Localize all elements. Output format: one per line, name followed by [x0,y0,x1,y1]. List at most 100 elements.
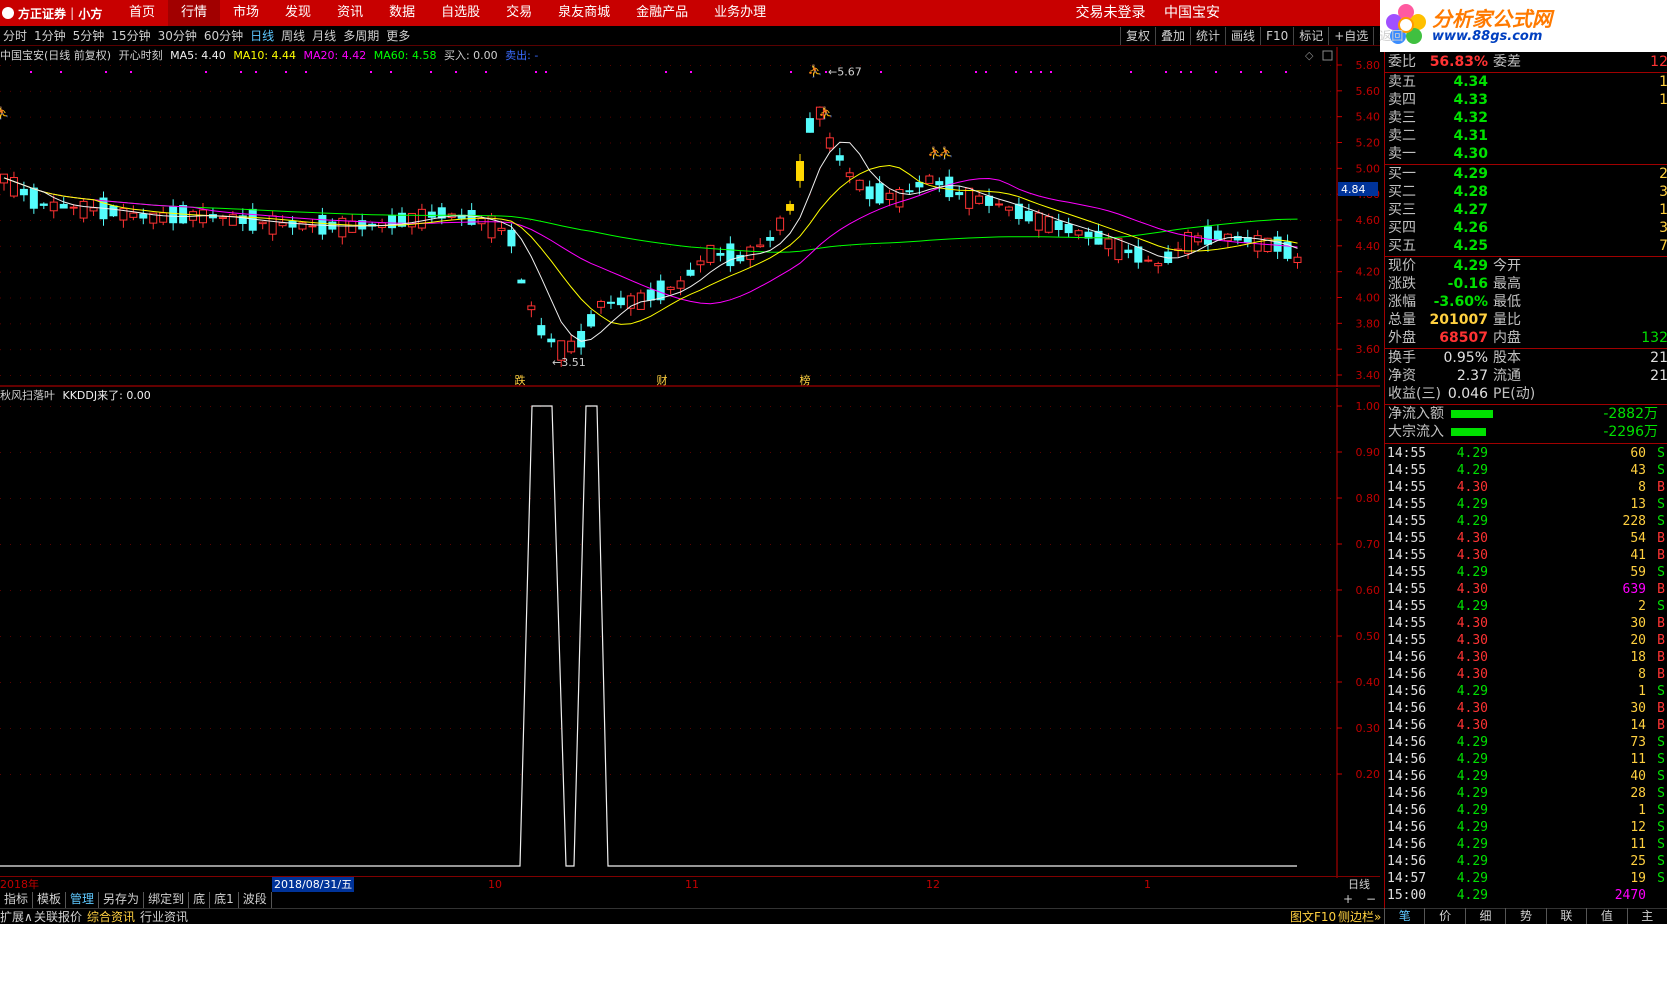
period-4[interactable]: 30分钟 [155,27,201,44]
period-5[interactable]: 60分钟 [201,27,247,44]
bottom-f10[interactable]: 图文F10 [1290,909,1336,925]
quote-tab-4[interactable]: 联 [1545,908,1586,924]
nav-item-5[interactable]: 数据 [376,0,428,26]
quote-tab-2[interactable]: 细 [1464,908,1505,924]
nav-item-4[interactable]: 资讯 [324,0,376,26]
grid-dot [260,323,261,325]
indicator-tab-5[interactable]: 底 [189,892,211,908]
period-8[interactable]: 月线 [309,27,340,44]
tool-6[interactable]: +自选 [1328,27,1373,45]
quote-tab-0[interactable]: 笔 [1384,908,1424,924]
bid-price-4[interactable]: 4.25 [1453,237,1488,255]
kline-chart[interactable]: 5.805.605.405.205.004.804.604.404.204.00… [0,47,1380,387]
tick-volume: 12 [1630,820,1646,835]
period-6[interactable]: 日线 [247,27,278,44]
ask-price-0[interactable]: 4.34 [1453,73,1488,91]
bottom-link-2[interactable]: 综合资讯 [87,909,135,925]
tool-3[interactable]: 画线 [1225,27,1260,45]
grid-dot [120,90,121,92]
grid-dot [1240,349,1241,351]
quote-tab-1[interactable]: 价 [1424,908,1464,924]
date-period-label[interactable]: 日线 [1348,877,1370,892]
nav-item-7[interactable]: 交易 [493,0,545,26]
ask-price-4[interactable]: 4.30 [1453,145,1488,163]
period-10[interactable]: 更多 [383,27,414,44]
indicator-chart[interactable]: 1.000.900.800.700.600.500.400.300.20 [0,388,1380,878]
bid-price-0[interactable]: 4.29 [1453,165,1488,183]
ask-price-2[interactable]: 4.32 [1453,109,1488,127]
grid-dot [990,142,991,144]
grid-dot [1160,636,1161,637]
period-3[interactable]: 15分钟 [108,27,154,44]
indicator-tab-6[interactable]: 底1 [210,892,239,908]
period-2[interactable]: 5分钟 [70,27,109,44]
indicator-title[interactable]: 秋风扫落叶 [0,389,55,402]
period-0[interactable]: 分时 [0,27,31,44]
event-mark-2[interactable]: 榜 [800,373,811,387]
grid-dot [100,116,101,118]
grid-dot [210,406,211,407]
nav-item-3[interactable]: 发现 [272,0,324,26]
tool-7[interactable]: 返回 [1373,27,1408,45]
tool-0[interactable]: 复权 [1120,27,1155,45]
grid-dot [930,142,931,144]
grid-dot [1180,452,1181,453]
nav-item-8[interactable]: 泉友商城 [545,0,623,26]
grid-dot [1110,220,1111,221]
quote-row: 净资 2.37 流通 21 [1385,367,1667,385]
bid-price-3[interactable]: 4.26 [1453,219,1488,237]
grid-dot [1170,65,1171,66]
nav-item-6[interactable]: 自选股 [428,0,493,26]
grid-dot [890,452,891,453]
bid-price-2[interactable]: 4.27 [1453,201,1488,219]
nav-item-2[interactable]: 市场 [220,0,272,26]
signal-dot [535,71,537,73]
indicator-tab-1[interactable]: 模板 [33,892,67,908]
bottom-link-3[interactable]: 行业资讯 [140,909,188,925]
tool-1[interactable]: 叠加 [1155,27,1190,45]
event-mark-0[interactable]: 跌 [515,373,526,387]
grid-dot [540,90,541,92]
grid-dot [320,90,321,92]
bottom-sidebar[interactable]: 侧边栏» [1338,909,1381,925]
indicator-tab-7[interactable]: 波段 [239,892,272,908]
indicator-tab-3[interactable]: 另存为 [99,892,145,908]
zoom-in-icon[interactable]: + [1343,892,1353,907]
grid-dot [660,452,661,453]
ask-price-1[interactable]: 4.33 [1453,91,1488,109]
nav-item-1[interactable]: 行情 [168,0,221,26]
nav-item-0[interactable]: 首页 [116,0,168,26]
ask-price-3[interactable]: 4.31 [1453,127,1488,145]
login-text[interactable]: 交易未登录 [1076,5,1146,21]
grid-dot [100,544,101,545]
tool-2[interactable]: 统计 [1190,27,1225,45]
grid-dot [1100,168,1101,170]
nav-item-10[interactable]: 业务办理 [701,0,779,26]
event-mark-1[interactable]: 财 [657,373,668,387]
indicator-name[interactable]: 开心时刻 [119,49,163,62]
quote-tab-6[interactable]: 主 [1626,908,1667,924]
bottom-link-0[interactable]: 扩展∧ [0,909,33,925]
indicator-tab-4[interactable]: 绑定到 [144,892,190,908]
grid-dot [660,142,661,144]
nav-item-9[interactable]: 金融产品 [623,0,701,26]
bottom-link-1[interactable]: 关联报价 [34,909,82,925]
grid-dot [1020,636,1021,637]
period-1[interactable]: 1分钟 [31,27,70,44]
grid-dot [700,220,701,221]
zoom-out-icon[interactable]: − [1366,892,1376,907]
indicator-tab-2[interactable]: 管理 [66,892,100,908]
indicator-tab-0[interactable]: 指标 [0,892,34,908]
grid-dot [320,297,321,299]
login-status[interactable]: 交易未登录 中国宝安 [1060,0,1220,26]
quote-tab-5[interactable]: 值 [1586,908,1626,924]
bid-price-1[interactable]: 4.28 [1453,183,1488,201]
tick-side: S [1657,599,1665,614]
quote-tab-3[interactable]: 势 [1505,908,1545,924]
tool-5[interactable]: 标记 [1293,27,1328,45]
tool-4[interactable]: F10 [1260,27,1293,45]
period-9[interactable]: 多周期 [340,27,383,44]
price-axis-label: 3.60 [1356,343,1381,356]
grid-dot [1080,728,1081,729]
period-7[interactable]: 周线 [278,27,309,44]
